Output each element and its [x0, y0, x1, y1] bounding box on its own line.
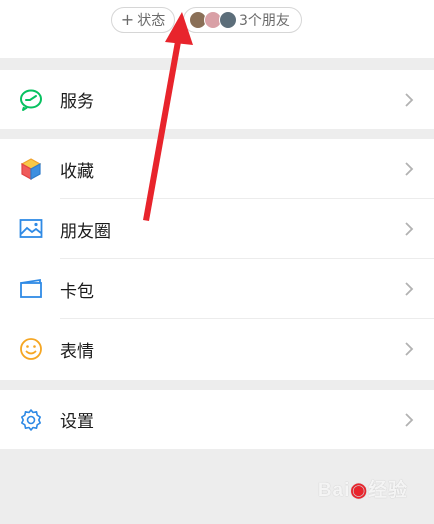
picture-icon [18, 216, 44, 242]
menu-item-settings[interactable]: 设置 [0, 390, 434, 449]
main-menu-group: 收藏 朋友圈 卡包 表情 [0, 139, 434, 380]
menu-item-cards[interactable]: 卡包 [0, 259, 434, 319]
chevron-right-icon [405, 162, 414, 176]
friends-status-button[interactable]: 3个朋友 [183, 7, 302, 33]
chevron-right-icon [405, 222, 414, 236]
menu-item-moments[interactable]: 朋友圈 [0, 199, 434, 259]
gear-icon [18, 407, 44, 433]
menu-label-settings: 设置 [60, 412, 94, 432]
watermark-logo: Bai◉经验 [317, 480, 408, 501]
plus-icon: + [120, 10, 135, 29]
add-status-button[interactable]: + 状态 [111, 7, 175, 33]
chevron-right-icon [405, 92, 414, 107]
friends-count-label: 3个朋友 [239, 13, 290, 29]
menu-label-cards: 卡包 [60, 281, 94, 302]
menu-label-stickers: 表情 [60, 341, 94, 362]
chevron-right-icon [405, 412, 414, 427]
menu-label-services: 服务 [60, 92, 94, 112]
smile-icon [18, 336, 44, 362]
settings-group: 设置 [0, 390, 434, 449]
menu-label-moments: 朋友圈 [60, 221, 111, 242]
chevron-right-icon [405, 342, 414, 356]
status-header: + 状态 3个朋友 [0, 0, 434, 58]
menu-item-favorites[interactable]: 收藏 [0, 139, 434, 199]
services-group: 服务 [0, 70, 434, 129]
friend-avatars [189, 11, 237, 29]
wallet-chat-icon [18, 87, 44, 113]
avatar [219, 11, 237, 29]
menu-label-favorites: 收藏 [60, 161, 94, 182]
menu-item-services[interactable]: 服务 [0, 70, 434, 129]
card-icon [18, 276, 44, 302]
menu-item-stickers[interactable]: 表情 [0, 319, 434, 379]
cube-icon [18, 156, 44, 182]
status-label: 状态 [137, 13, 166, 29]
chevron-right-icon [405, 282, 414, 296]
